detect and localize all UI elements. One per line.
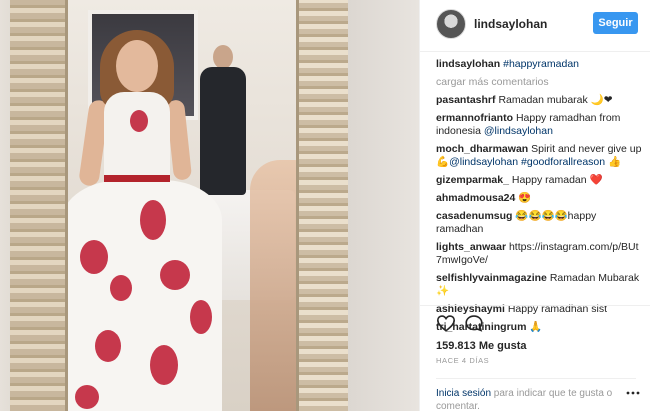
caption: lindsaylohan #happyramadan (436, 58, 644, 71)
comment: selfishlyvainmagazine Ramadan Mubarak ✨ (436, 272, 644, 298)
comment: casadenumsug 😂😂😂😂happy ramadhan (436, 210, 644, 236)
mention-link[interactable]: @lindsaylohan (484, 125, 553, 137)
comment-list: lindsaylohan #happyramadan cargar más co… (436, 58, 644, 339)
post-sidebar: lindsaylohan Seguir lindsaylohan #happyr… (419, 0, 650, 411)
heart-icon[interactable] (436, 314, 456, 332)
comment: gizemparmak_ Happy ramadan ❤️ (436, 174, 644, 187)
username-link[interactable]: lindsaylohan (474, 17, 547, 31)
comment: pasantashrf Ramadan mubarak 🌙❤ (436, 94, 644, 107)
comment: ermannofrianto Happy ramadhan from indon… (436, 112, 644, 138)
load-more-comments[interactable]: cargar más comentarios (436, 76, 644, 89)
floral-print (130, 110, 148, 132)
login-prompt: Inicia sesión para indicar que te gusta … (436, 378, 636, 411)
comment-username[interactable]: gizemparmak_ (436, 174, 509, 186)
comment-text: Happy ramadan ❤️ (511, 174, 603, 186)
mention-link[interactable]: @lindsaylohan #goodforallreason (449, 156, 605, 168)
floral-print (110, 275, 132, 301)
login-link[interactable]: Inicia sesión (436, 388, 491, 399)
mirror-frame-right (296, 0, 348, 411)
comment-username[interactable]: pasantashrf (436, 94, 496, 106)
avatar[interactable] (436, 9, 466, 39)
comment-username[interactable]: moch_dharmawan (436, 143, 528, 155)
mirror-frame-left (10, 0, 68, 411)
post-date[interactable]: HACE 4 DÍAS (436, 356, 489, 365)
comment: ahmadmousa24 😍 (436, 192, 644, 205)
floral-print (75, 385, 99, 409)
floral-print (150, 345, 178, 385)
dress-belt (104, 175, 170, 182)
comment: lights_anwaar https://instagram.com/p/BU… (436, 241, 644, 267)
comment: moch_dharmawan Spirit and never give up … (436, 143, 644, 169)
post-header: lindsaylohan Seguir (420, 0, 650, 52)
wall (348, 0, 419, 411)
floral-print (95, 330, 121, 362)
comment-username[interactable]: selfishlyvainmagazine (436, 272, 547, 284)
floral-print (80, 240, 108, 274)
follow-button[interactable]: Seguir (593, 12, 638, 34)
caption-username[interactable]: lindsaylohan (436, 58, 500, 70)
hashtag-link[interactable]: #happyramadan (503, 58, 579, 70)
comment-text-after: 👍 (605, 156, 622, 168)
dress-bodice (104, 92, 170, 182)
floral-print (140, 200, 166, 240)
comment-text: Ramadan mubarak 🌙❤ (498, 94, 613, 106)
post-photo[interactable] (0, 0, 419, 411)
man-figure (200, 45, 246, 195)
comment-text: 😍 (518, 192, 532, 204)
comment-username[interactable]: ermannofrianto (436, 112, 513, 124)
floral-print (190, 300, 212, 334)
more-options-icon[interactable] (626, 390, 640, 396)
face (116, 40, 158, 92)
like-count[interactable]: 159.813 Me gusta (436, 340, 527, 352)
floral-print (160, 260, 190, 290)
comment-bubble-icon[interactable] (464, 314, 484, 332)
comment-username[interactable]: ahmadmousa24 (436, 192, 515, 204)
post-actions: 159.813 Me gusta HACE 4 DÍAS Inicia sesi… (420, 305, 650, 411)
comment-username[interactable]: lights_anwaar (436, 241, 506, 253)
comment-username[interactable]: casadenumsug (436, 210, 512, 222)
